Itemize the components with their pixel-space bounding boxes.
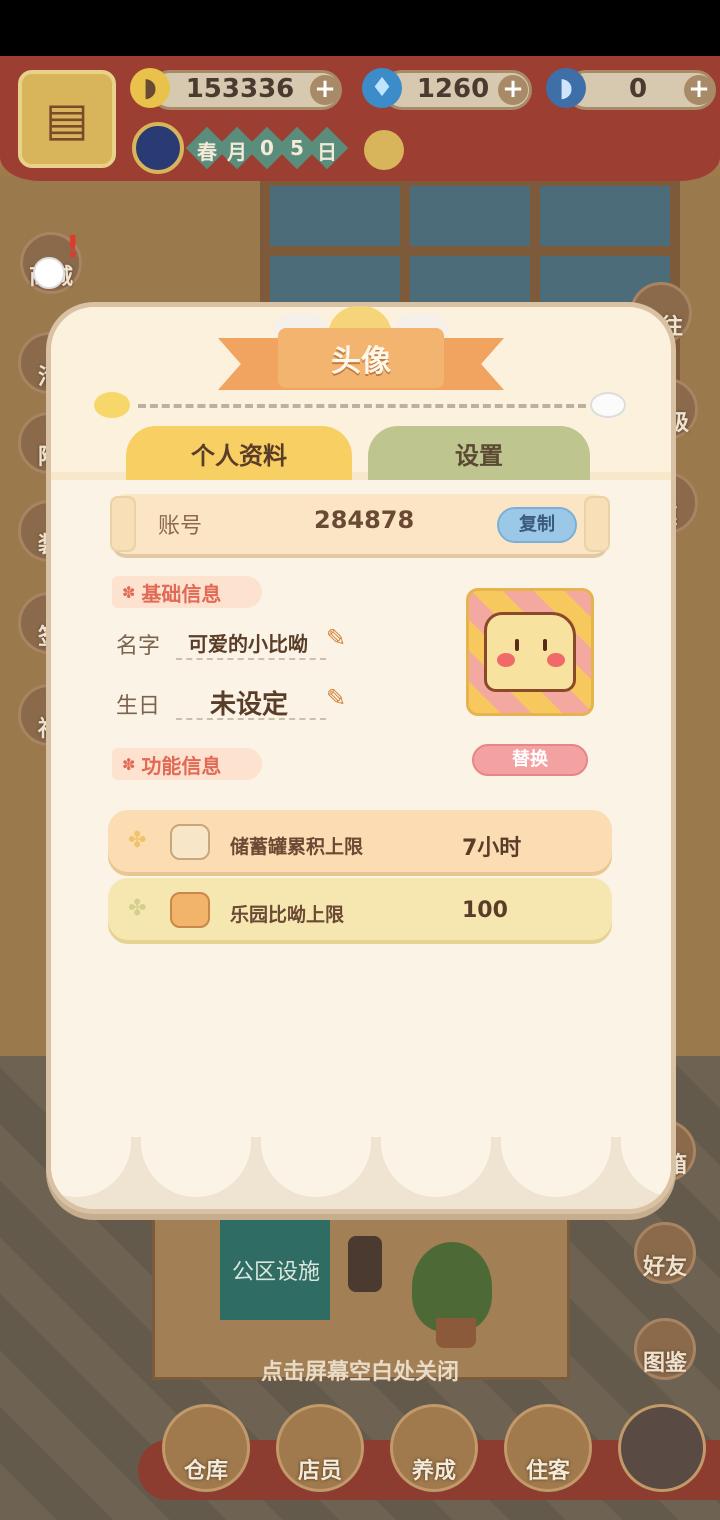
cats-icon xyxy=(170,892,210,928)
account-value: 284878 xyxy=(314,506,415,534)
side-btn-catalog[interactable]: 图鉴 xyxy=(634,1318,696,1380)
blue-banana-icon: ◗ xyxy=(546,68,586,108)
edit-name-pencil-icon[interactable]: ✎ xyxy=(326,624,346,652)
date-char: 月 xyxy=(227,140,247,164)
divider-line xyxy=(138,404,586,408)
tab-profile[interactable]: 个人资料 xyxy=(126,426,352,480)
profile-avatar xyxy=(466,588,594,716)
date-char: 日 xyxy=(317,140,337,164)
add-banana-button[interactable]: + xyxy=(310,75,340,105)
piggy-bank-icon xyxy=(170,824,210,860)
piggybank-value: 7小时 xyxy=(462,836,522,861)
account-label: 账号 xyxy=(158,514,203,539)
bread-character-icon xyxy=(484,612,576,692)
eye xyxy=(515,639,519,651)
clover-icon: ✤ xyxy=(128,828,147,853)
side-label: 好友 xyxy=(642,1255,687,1280)
banana-count: 153336 xyxy=(185,74,295,104)
plant-pot xyxy=(436,1318,476,1348)
public-facility-label: 公区设施 xyxy=(231,1260,320,1285)
dock-staff-button[interactable]: 店员 xyxy=(276,1404,364,1492)
floating-home-button[interactable] xyxy=(33,257,65,289)
window-frame xyxy=(260,246,680,256)
alert-icon: ! xyxy=(66,230,80,265)
tab-settings[interactable]: 设置 xyxy=(368,426,590,480)
cloud-decoration xyxy=(141,1087,251,1197)
name-underline xyxy=(176,658,326,660)
dock-label: 店员 xyxy=(297,1459,342,1484)
add-flame-button[interactable]: + xyxy=(498,75,528,105)
function-info-heading: ✽ 功能信息 xyxy=(112,748,262,780)
scroll-end-left xyxy=(110,496,136,552)
modal-title: 头像 xyxy=(331,344,391,379)
yarn-ball-button[interactable] xyxy=(618,1404,706,1492)
blue-banana-count: 0 xyxy=(628,74,648,104)
flame-count: 1260 xyxy=(416,74,490,104)
cloud-decoration xyxy=(381,1087,491,1197)
add-blue-banana-button[interactable]: + xyxy=(684,75,714,105)
edit-birthday-pencil-icon[interactable]: ✎ xyxy=(326,684,346,712)
date-char: 0 xyxy=(260,136,274,160)
copy-button[interactable]: 复制 xyxy=(497,507,577,543)
side-btn-friends[interactable]: 好友 xyxy=(634,1222,696,1284)
dock-warehouse-button[interactable]: 仓库 xyxy=(162,1404,250,1492)
name-label: 名字 xyxy=(116,634,161,659)
piggybank-label: 储蓄罐累积上限 xyxy=(230,836,364,858)
title-plate: 头像 xyxy=(278,328,444,388)
cloud-decoration xyxy=(501,1087,611,1197)
yellow-chick-icon xyxy=(94,392,130,418)
player-avatar-button[interactable]: ▤ xyxy=(18,70,116,168)
day-night-clock-icon xyxy=(132,122,184,174)
park-value: 100 xyxy=(462,898,508,923)
cheek xyxy=(547,653,565,667)
scroll-end-right xyxy=(584,496,610,552)
cheek xyxy=(497,653,515,667)
bread-avatar-icon: ▤ xyxy=(45,92,89,146)
birthday-label: 生日 xyxy=(116,694,161,719)
lamp xyxy=(348,1236,382,1292)
park-label: 乐园比呦上限 xyxy=(230,904,345,926)
clover-icon: ✤ xyxy=(128,896,147,921)
banana-icon: ◗ xyxy=(130,68,170,108)
weather-sun-icon xyxy=(364,130,404,170)
blue-flame-icon: ♦ xyxy=(362,68,402,108)
dock-nurture-button[interactable]: 养成 xyxy=(390,1404,478,1492)
close-hint: 点击屏幕空白处关闭 xyxy=(260,1360,459,1385)
birthday-underline xyxy=(176,718,326,720)
flower-icon: ✽ xyxy=(122,582,136,602)
swap-avatar-button[interactable]: 替换 xyxy=(472,744,588,776)
status-bar xyxy=(0,0,720,56)
basic-info-heading: ✽ 基础信息 xyxy=(112,576,262,608)
cloud-decoration xyxy=(261,1087,371,1197)
side-label: 图鉴 xyxy=(642,1351,687,1376)
date-char: 5 xyxy=(290,136,304,160)
basic-info-label: 基础信息 xyxy=(141,581,222,606)
dock-label: 住客 xyxy=(525,1459,570,1484)
name-value: 可爱的小比呦 xyxy=(188,632,308,656)
function-info-label: 功能信息 xyxy=(141,753,222,778)
white-chick-icon xyxy=(590,392,626,418)
date-char: 春 xyxy=(197,140,217,164)
eye xyxy=(543,639,547,651)
dock-guests-button[interactable]: 住客 xyxy=(504,1404,592,1492)
dock-label: 仓库 xyxy=(183,1459,228,1484)
flower-icon: ✽ xyxy=(122,754,136,774)
birthday-value: 未设定 xyxy=(210,690,289,720)
dock-label: 养成 xyxy=(411,1459,456,1484)
